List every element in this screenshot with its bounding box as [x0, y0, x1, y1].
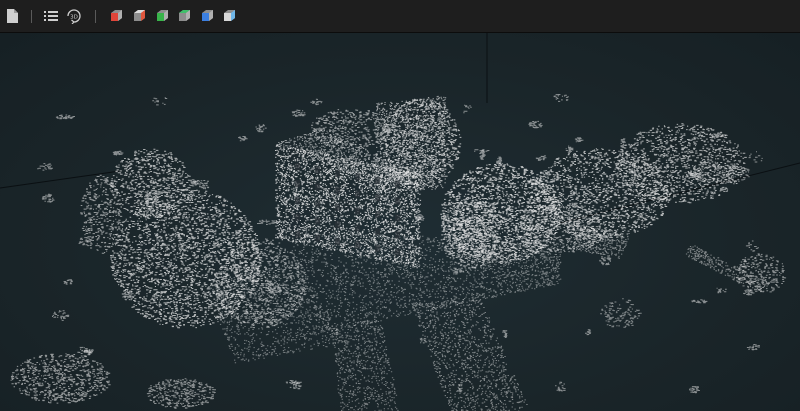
list-icon[interactable] [43, 8, 59, 24]
point-surface [278, 128, 417, 186]
cube-orange-icon[interactable] [131, 8, 147, 24]
building-window [355, 207, 360, 215]
point-cluster [10, 353, 111, 404]
point-cluster [585, 329, 592, 336]
point-cluster [110, 148, 191, 219]
building-window [355, 173, 360, 181]
point-cluster [144, 193, 152, 202]
point-cluster [257, 219, 276, 225]
point-cluster [689, 386, 700, 394]
point-cluster [745, 240, 759, 252]
point-cluster [502, 330, 508, 338]
building-window [375, 211, 380, 218]
point-cluster [152, 97, 168, 106]
point-cluster [177, 236, 184, 248]
point-cluster [409, 130, 419, 137]
building-window [335, 238, 340, 245]
toolbar: 3D [0, 0, 800, 33]
cube-green2-icon[interactable] [176, 8, 192, 24]
point-cluster [716, 287, 727, 294]
point-cluster [440, 198, 501, 269]
3d-label: 3D [70, 15, 78, 21]
point-surface [331, 318, 399, 411]
point-cluster [80, 174, 123, 254]
point-cluster [565, 145, 574, 153]
building-window [295, 163, 300, 170]
point-surface [685, 245, 769, 292]
building-window [375, 228, 380, 235]
point-cluster [452, 267, 464, 275]
point-cluster [636, 213, 649, 222]
building-window [395, 214, 400, 222]
document-icon[interactable] [4, 8, 20, 24]
point-cloud-viewer: 3D [0, 0, 800, 411]
point-cluster [574, 137, 584, 143]
building-window [355, 241, 360, 249]
point-cloud [0, 33, 800, 411]
building-window [395, 248, 400, 256]
building-window [355, 224, 360, 232]
point-cluster [52, 310, 70, 321]
point-cluster [496, 156, 504, 167]
point-cluster [37, 163, 53, 171]
point-cluster [743, 289, 755, 296]
building-window [295, 214, 300, 221]
point-cluster [41, 193, 55, 203]
point-cluster [255, 124, 267, 133]
point-cluster [748, 151, 763, 163]
point-cluster [55, 114, 75, 120]
toolbar-separator [31, 10, 32, 23]
point-surface [566, 223, 630, 259]
point-cluster [266, 285, 282, 295]
cube-red-icon[interactable] [108, 8, 124, 24]
point-cluster [691, 299, 708, 304]
point-cluster [600, 298, 642, 328]
building-window [315, 166, 320, 174]
building-window [335, 170, 340, 177]
building-window [375, 177, 380, 184]
point-surface [411, 298, 528, 411]
point-cluster [419, 337, 428, 344]
building-window [315, 234, 320, 242]
point-cluster [535, 155, 547, 161]
cube-blue-icon[interactable] [199, 8, 215, 24]
point-cluster [553, 94, 569, 102]
3d-rotate-icon[interactable]: 3D [66, 8, 82, 24]
building-window [375, 245, 380, 252]
point-cluster [463, 104, 472, 114]
point-cluster [310, 98, 323, 106]
cube-green-icon[interactable] [154, 8, 170, 24]
building-window [335, 221, 340, 228]
building-window [315, 217, 320, 225]
building-window [295, 231, 300, 238]
building-window [395, 231, 400, 239]
point-cluster [238, 136, 248, 142]
building-window [295, 180, 300, 187]
building-window [335, 187, 340, 194]
point-cluster [599, 256, 612, 266]
building-window [335, 204, 340, 211]
building-window [395, 180, 400, 188]
3d-viewport[interactable] [0, 33, 800, 411]
toolbar-separator [95, 10, 96, 23]
point-cluster [146, 378, 216, 409]
point-cluster [620, 138, 627, 148]
point-cluster [63, 279, 73, 285]
point-cluster [528, 120, 543, 129]
cube-lightblue-icon[interactable] [221, 8, 237, 24]
building-window [375, 194, 380, 201]
building-window [315, 183, 320, 191]
point-cluster [555, 381, 566, 392]
building-window [295, 197, 300, 204]
building-window [395, 197, 400, 205]
point-cluster [414, 214, 425, 222]
point-cluster [291, 109, 306, 117]
building-window [355, 190, 360, 198]
point-cluster [199, 184, 210, 190]
point-cluster [746, 344, 760, 351]
point-cluster [112, 150, 124, 156]
axis-line [559, 162, 800, 224]
building-window [315, 200, 320, 208]
